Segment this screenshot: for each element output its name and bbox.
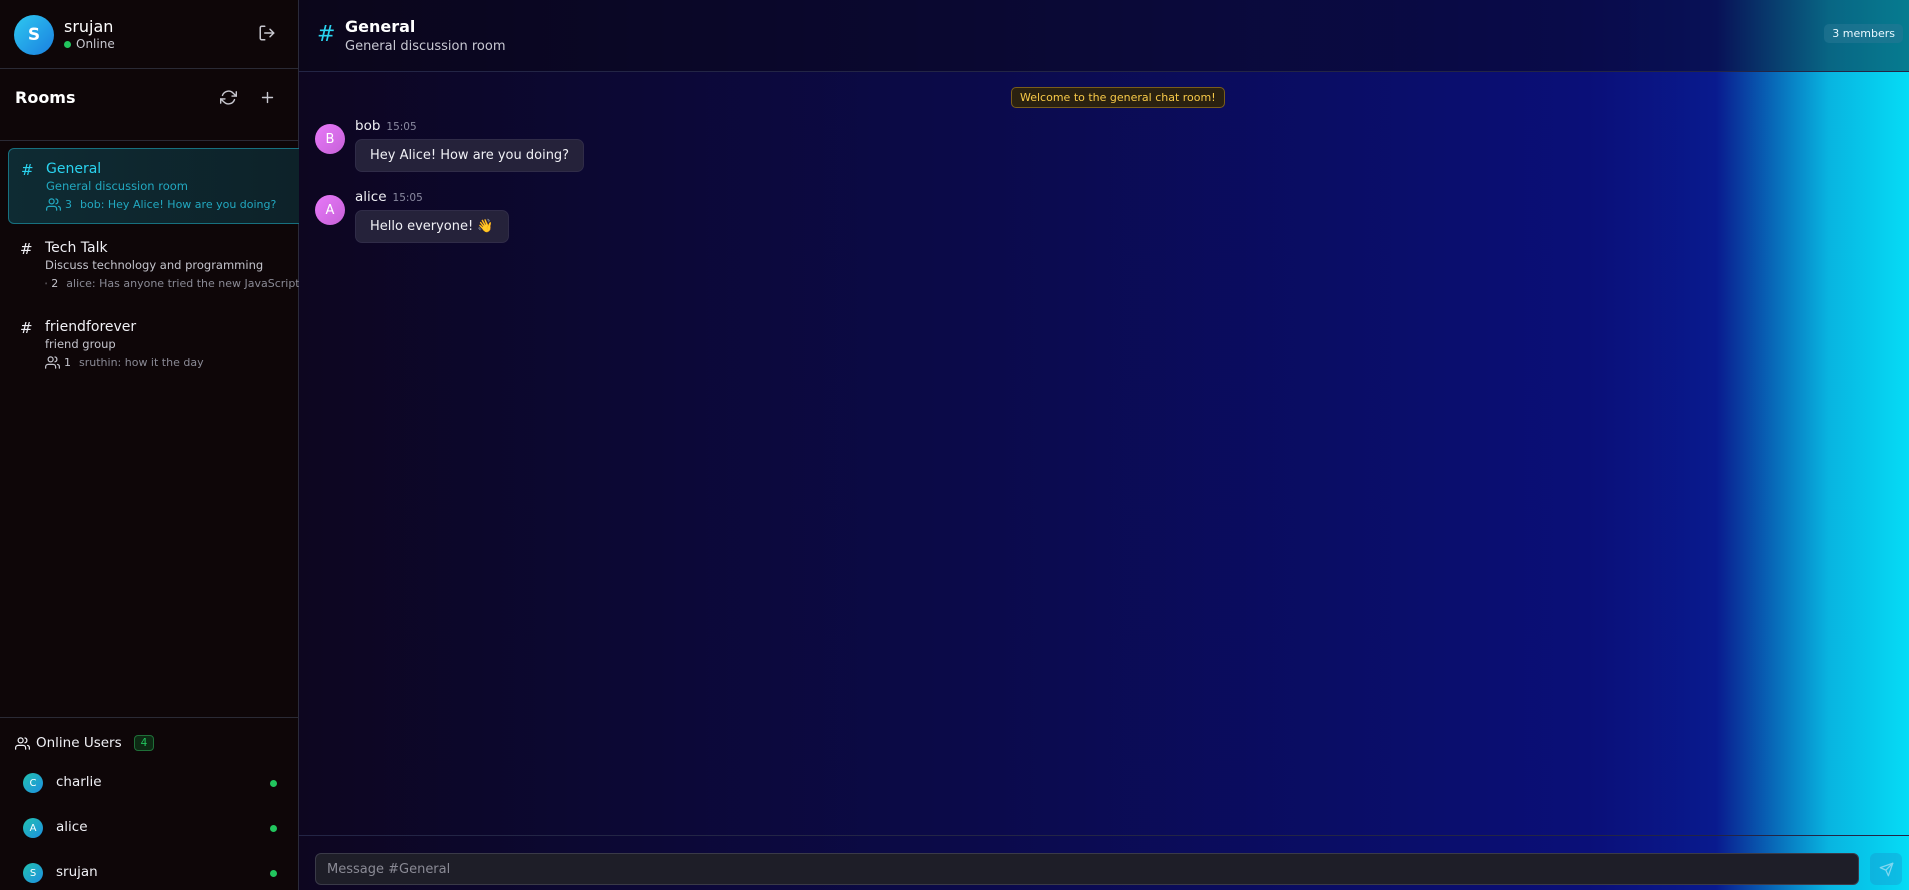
- status-dot: [64, 40, 71, 48]
- system-welcome-message: Welcome to the general chat room!: [1011, 87, 1225, 108]
- message-header: alice 15:05: [355, 189, 423, 205]
- logout-button[interactable]: [258, 24, 278, 44]
- message-bubble: Hello everyone! 👋: [355, 210, 509, 243]
- members-badge[interactable]: 3 members: [1824, 24, 1903, 43]
- room-item-general[interactable]: # General General discussion room 3 bob:…: [8, 148, 300, 224]
- room-description: General discussion room: [46, 179, 188, 193]
- online-users-panel: Online Users 4 C charlie A alice S sruja…: [0, 717, 299, 890]
- plus-icon: [261, 91, 274, 104]
- hash-icon: #: [20, 240, 33, 258]
- room-subtitle: General discussion room: [345, 39, 506, 54]
- room-meta: 2 alice: Has anyone tried the new JavaSc…: [45, 276, 307, 291]
- message-composer: [299, 835, 1909, 890]
- user-name: srujan: [64, 17, 114, 36]
- message-author: bob: [355, 118, 381, 134]
- users-icon: [45, 356, 60, 369]
- online-user-item[interactable]: C charlie: [23, 772, 283, 794]
- refresh-icon: [220, 90, 237, 105]
- logout-icon: [259, 25, 275, 41]
- room-name: Tech Talk: [45, 240, 108, 256]
- users-icon: [46, 198, 61, 211]
- room-member-count: 2: [51, 277, 59, 290]
- online-users-title: Online Users: [36, 735, 122, 751]
- send-icon: [1879, 862, 1893, 876]
- message-input[interactable]: [315, 853, 1859, 885]
- online-status-dot: [270, 870, 277, 877]
- users-icon: [45, 282, 48, 285]
- room-last-message: bob: Hey Alice! How are you doing?: [80, 198, 277, 211]
- avatar: C: [23, 773, 43, 793]
- avatar: S: [23, 863, 43, 883]
- users-icon: [15, 736, 30, 750]
- hash-icon: #: [20, 319, 33, 337]
- message-author: alice: [355, 189, 387, 205]
- online-users-header: Online Users 4: [15, 735, 155, 751]
- room-member-count: 1: [64, 356, 71, 369]
- refresh-rooms-button[interactable]: [220, 89, 240, 109]
- room-last-message: alice: Has anyone tried the new JavaScri…: [66, 277, 307, 290]
- room-description: friend group: [45, 337, 116, 351]
- room-name: friendforever: [45, 319, 137, 335]
- room-meta: 1 sruthin: how it the day: [45, 355, 307, 370]
- room-member-count: 3: [65, 198, 72, 211]
- message-time: 15:05: [392, 192, 423, 204]
- user-header: S srujan Online: [0, 0, 298, 69]
- online-user-name: charlie: [56, 774, 102, 790]
- send-button[interactable]: [1870, 853, 1902, 885]
- user-status-label: Online: [76, 37, 115, 51]
- online-status-dot: [270, 825, 277, 832]
- add-room-button[interactable]: [259, 89, 279, 109]
- avatar: B: [315, 124, 345, 154]
- room-meta: 3 bob: Hey Alice! How are you doing?: [46, 197, 308, 212]
- hash-icon: #: [21, 161, 34, 179]
- message-bubble: Hey Alice! How are you doing?: [355, 139, 585, 172]
- room-last-message: sruthin: how it the day: [79, 356, 204, 369]
- online-user-name: srujan: [56, 864, 98, 880]
- room-name: General: [46, 161, 102, 177]
- message-time: 15:05: [386, 121, 417, 133]
- room-description: Discuss technology and programming: [45, 258, 264, 272]
- user-status: Online: [64, 37, 115, 51]
- hash-icon: #: [317, 22, 336, 47]
- message-header: bob 15:05: [355, 118, 417, 134]
- chat-area: # General General discussion room 3 memb…: [299, 0, 1909, 890]
- room-title: General: [345, 17, 416, 36]
- sidebar: S srujan Online Rooms # General General …: [0, 0, 307, 890]
- online-user-name: alice: [56, 819, 88, 835]
- avatar: A: [23, 818, 43, 838]
- user-avatar: S: [14, 15, 54, 55]
- online-user-item[interactable]: S srujan: [23, 862, 283, 884]
- room-item-tech-talk[interactable]: # Tech Talk Discuss technology and progr…: [8, 228, 307, 304]
- online-status-dot: [270, 780, 277, 787]
- chat-header: # General General discussion room 3 memb…: [299, 0, 1909, 72]
- room-item-friendforever[interactable]: # friendforever friend group 1 sruthin: …: [8, 307, 300, 383]
- avatar: A: [315, 195, 345, 225]
- online-user-item[interactable]: A alice: [23, 817, 283, 839]
- rooms-title: Rooms: [15, 88, 76, 107]
- online-count-badge: 4: [133, 735, 155, 751]
